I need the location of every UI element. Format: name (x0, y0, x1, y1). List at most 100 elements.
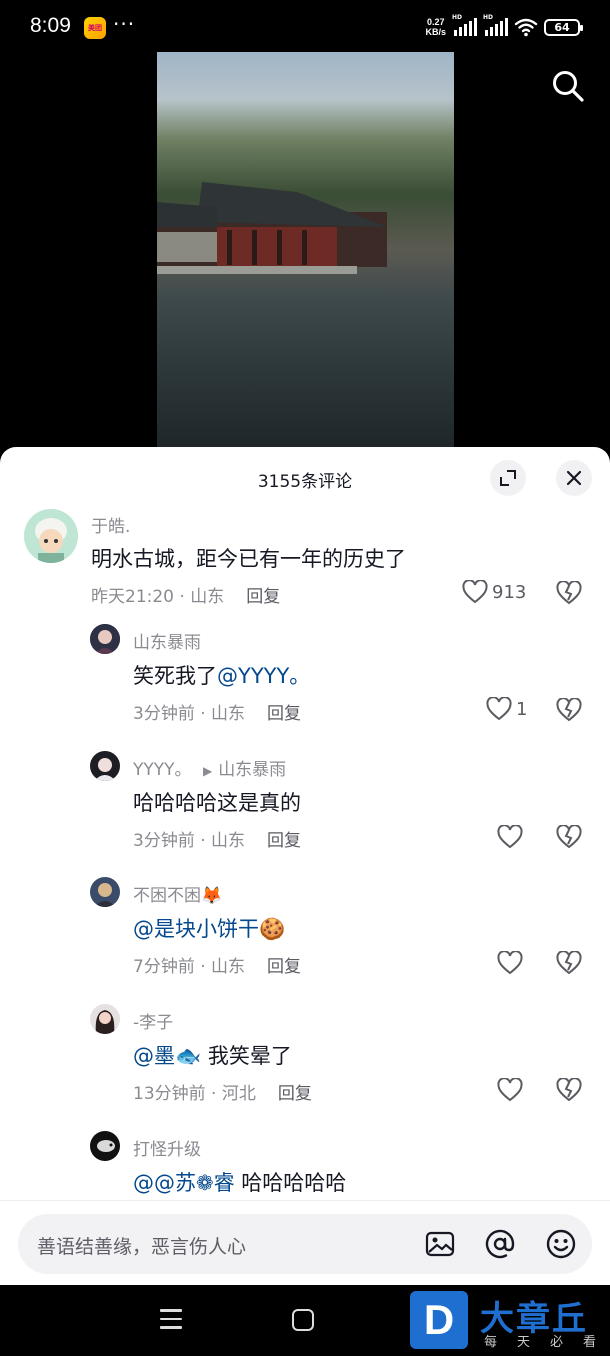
reply-item: -李子 @墨🐟 我笑晕了 13分钟前 · 河北 回复 (0, 1002, 610, 1112)
comment-text: 哈哈哈哈这是真的 (133, 791, 301, 815)
comment-username[interactable]: -李子 (133, 1008, 173, 1033)
comment-username[interactable]: 打怪升级 (133, 1135, 201, 1160)
like-count: 913 (492, 581, 527, 603)
avatar[interactable] (90, 1004, 120, 1034)
comment-time-location: 3分钟前 · 山东 (133, 704, 246, 724)
at-mention-icon[interactable] (484, 1228, 516, 1260)
image-icon[interactable] (424, 1228, 456, 1260)
reply-target[interactable]: 山东暴雨 (218, 760, 286, 780)
comment-text: @是块小饼干🍪 (133, 913, 285, 943)
mention-link[interactable]: @YYYY。 (217, 664, 310, 688)
broken-heart-icon[interactable] (556, 698, 582, 722)
comment-text: 明水古城，距今已有一年的历史了 (91, 547, 406, 571)
comment-username: YYYY。 ▶ 山东暴雨 (133, 755, 286, 780)
reply-button[interactable]: 回复 (267, 957, 301, 977)
meituan-app-icon: 美团 (84, 17, 106, 39)
comment-meta: 昨天21:20 · 山东 回复 (91, 582, 280, 607)
network-speed-value: 0.27 (426, 17, 445, 27)
comment-meta: 3分钟前 · 山东 回复 (133, 826, 301, 851)
video-player[interactable] (0, 52, 610, 448)
avatar[interactable] (90, 877, 120, 907)
broken-heart-icon[interactable] (556, 581, 582, 605)
system-nav-bar: D 大章丘 每天必看 (0, 1285, 610, 1356)
search-icon[interactable] (550, 68, 586, 104)
broken-heart-icon[interactable] (556, 1078, 582, 1102)
signal-2-icon: HD (483, 14, 508, 36)
expand-button[interactable] (490, 460, 526, 496)
reply-button[interactable]: 回复 (278, 1084, 312, 1104)
reply-button[interactable]: 回复 (246, 587, 280, 607)
avatar-image (90, 751, 120, 781)
reply-item: YYYY。 ▶ 山东暴雨 哈哈哈哈这是真的 3分钟前 · 山东 回复 (0, 749, 610, 859)
comment-time-location: 昨天21:20 · 山东 (91, 587, 225, 607)
video-frame (157, 52, 454, 448)
avatar-image (90, 1131, 120, 1161)
comment-username[interactable]: 不困不困🦊 (133, 881, 222, 906)
reply-item: 不困不困🦊 @是块小饼干🍪 7分钟前 · 山东 回复 (0, 875, 610, 985)
avatar-image (90, 877, 120, 907)
comment-username[interactable]: 山东暴雨 (133, 628, 201, 653)
comment-time-location: 3分钟前 · 山东 (133, 831, 246, 851)
heart-icon (462, 580, 488, 604)
comment-text-body: 哈哈哈哈哈 (234, 1171, 347, 1195)
comment-text: 笑死我了@YYYY。 (133, 660, 310, 690)
avatar[interactable] (90, 1131, 120, 1161)
heart-icon (486, 697, 512, 721)
comment-username[interactable]: 于皓. (91, 512, 130, 537)
close-icon (566, 470, 582, 486)
hd-label-2: HD (483, 14, 494, 21)
heart-icon[interactable] (497, 1078, 523, 1102)
avatar-image (90, 1004, 120, 1034)
broken-heart-icon[interactable] (556, 825, 582, 849)
comment-text: @墨🐟 我笑晕了 (133, 1040, 292, 1070)
comment-meta: 7分钟前 · 山东 回复 (133, 952, 301, 977)
like-button[interactable]: 913 (462, 580, 526, 604)
like-count: 1 (516, 698, 528, 720)
network-speed-unit: KB/s (425, 27, 446, 37)
comment-meta: 13分钟前 · 河北 回复 (133, 1079, 312, 1104)
comment-time-location: 13分钟前 · 河北 (133, 1084, 256, 1104)
heart-icon[interactable] (497, 825, 523, 849)
battery-icon: 64 (544, 18, 583, 36)
avatar[interactable] (90, 624, 120, 654)
comment-item: 于皓. 明水古城，距今已有一年的历史了 昨天21:20 · 山东 回复 913 (0, 507, 610, 617)
reply-arrow-icon: ▶ (202, 764, 213, 778)
close-button[interactable] (556, 460, 592, 496)
comment-text-body: 笑死我了 (133, 664, 217, 688)
comment-meta: 3分钟前 · 山东 回复 (133, 699, 301, 724)
wifi-icon (514, 18, 538, 37)
mention-link[interactable]: @@苏❁睿 (133, 1171, 235, 1195)
comment-input-placeholder: 善语结善缘，恶言伤人心 (37, 1236, 247, 1258)
expand-icon (500, 470, 516, 486)
more-notifications-icon: ··· (113, 12, 136, 36)
reply-item: 打怪升级 @@苏❁睿 哈哈哈哈哈 (0, 1129, 610, 1209)
avatar-image (24, 509, 78, 563)
comment-input-bar: 善语结善缘，恶言伤人心 (0, 1200, 610, 1285)
reply-button[interactable]: 回复 (267, 831, 301, 851)
mention-link[interactable]: @墨🐟 (133, 1044, 201, 1068)
comment-text-body: 我笑晕了 (201, 1044, 292, 1068)
avatar[interactable] (90, 751, 120, 781)
pavilion-scene-image (157, 182, 387, 274)
hd-label: HD (452, 14, 463, 21)
avatar-image (90, 624, 120, 654)
comment-text: @@苏❁睿 哈哈哈哈哈 (133, 1167, 346, 1197)
recent-apps-button[interactable] (160, 1309, 182, 1329)
watermark-subtitle: 每天必看 (484, 1335, 610, 1350)
reply-button[interactable]: 回复 (267, 704, 301, 724)
home-button[interactable] (292, 1309, 314, 1331)
comment-input[interactable]: 善语结善缘，恶言伤人心 (18, 1214, 592, 1274)
reply-author[interactable]: YYYY。 (133, 760, 192, 780)
emoji-icon[interactable] (545, 1228, 577, 1260)
mention-link[interactable]: @是块小饼干🍪 (133, 917, 285, 941)
avatar[interactable] (24, 509, 78, 563)
signal-1-icon: HD (452, 14, 477, 36)
status-indicators: 0.27 KB/s HD HD 64 (425, 14, 583, 40)
broken-heart-icon[interactable] (556, 951, 582, 975)
status-time: 8:09 (30, 14, 71, 37)
comment-time-location: 7分钟前 · 山东 (133, 957, 246, 977)
like-button[interactable]: 1 (486, 697, 527, 721)
network-speed: 0.27 KB/s (425, 17, 446, 37)
heart-icon[interactable] (497, 951, 523, 975)
comment-sheet: 3155条评论 于皓. 明水古城，距今已有一年的历史了 昨天21:20 · 山东… (0, 447, 610, 1285)
